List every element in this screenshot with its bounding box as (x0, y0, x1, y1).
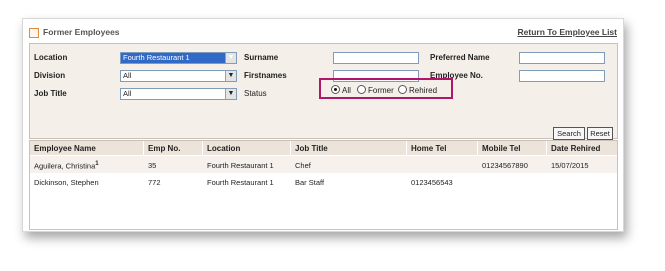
emp-no-cell: 35 (148, 161, 157, 170)
name-marker: 1 (95, 161, 99, 167)
status-radio-rehired[interactable]: Rehired (398, 85, 437, 95)
division-select[interactable]: All ▼ (120, 70, 237, 82)
firstnames-label: Firstnames (244, 71, 287, 80)
chevron-down-icon[interactable]: ▼ (225, 89, 236, 99)
location-label: Location (34, 53, 68, 62)
surname-input[interactable] (333, 52, 419, 64)
emp-no-cell: 772 (148, 178, 161, 187)
chevron-down-icon[interactable]: ▼ (225, 53, 236, 63)
location-select[interactable]: Fourth Restaurant 1 ▼ (120, 52, 237, 64)
column-header[interactable]: Location (207, 144, 240, 153)
column-header[interactable]: Job Title (295, 144, 328, 153)
location-cell: Fourth Restaurant 1 (207, 161, 274, 170)
search-button[interactable]: Search (553, 127, 585, 140)
column-header[interactable]: Emp No. (148, 144, 180, 153)
table-row[interactable]: Aguilera, Christina1 35 Fourth Restauran… (30, 156, 617, 173)
radio-icon (398, 85, 407, 94)
radio-icon (357, 85, 366, 94)
column-header[interactable]: Home Tel (411, 144, 446, 153)
employee-name-cell[interactable]: Aguilera, Christina1 (34, 161, 99, 171)
job-title-cell: Bar Staff (295, 178, 325, 187)
division-value: All (123, 71, 132, 80)
reset-button[interactable]: Reset (587, 127, 613, 140)
chevron-down-icon[interactable]: ▼ (225, 71, 236, 81)
job-title-cell: Chef (295, 161, 311, 170)
date-rehired-cell: 15/07/2015 (551, 161, 589, 170)
return-to-employee-list-link[interactable]: Return To Employee List (518, 27, 618, 37)
status-radio-former[interactable]: Former (357, 85, 394, 95)
location-value: Fourth Restaurant 1 (123, 53, 190, 62)
preferred-name-label: Preferred Name (430, 53, 490, 62)
column-header[interactable]: Employee Name (34, 144, 96, 153)
table-row[interactable]: Dickinson, Stephen 772 Fourth Restaurant… (30, 173, 617, 190)
column-header[interactable]: Date Rehired (551, 144, 600, 153)
checkbox-icon (29, 28, 39, 38)
former-employees-window: Former Employees Return To Employee List… (22, 18, 624, 232)
employee-no-input[interactable] (519, 70, 605, 82)
location-cell: Fourth Restaurant 1 (207, 178, 274, 187)
page-title: Former Employees (43, 27, 120, 37)
surname-label: Surname (244, 53, 279, 62)
radio-selected-icon (331, 85, 340, 94)
employee-name-cell[interactable]: Dickinson, Stephen (34, 178, 99, 187)
status-radio-all[interactable]: All (331, 85, 351, 95)
home-tel-cell: 0123456543 (411, 178, 453, 187)
division-label: Division (34, 71, 66, 80)
status-label: Status (244, 89, 267, 98)
status-radio-group: All Former Rehired (319, 78, 453, 99)
mobile-tel-cell: 01234567890 (482, 161, 528, 170)
job-title-label: Job Title (34, 89, 67, 98)
title-bar: Former Employees Return To Employee List (29, 27, 617, 41)
preferred-name-input[interactable] (519, 52, 605, 64)
table-header: Employee Name Emp No. Location Job Title… (30, 141, 617, 155)
job-title-value: All (123, 89, 132, 98)
results-table: Employee Name Emp No. Location Job Title… (29, 140, 618, 230)
job-title-select[interactable]: All ▼ (120, 88, 237, 100)
column-header[interactable]: Mobile Tel (482, 144, 521, 153)
